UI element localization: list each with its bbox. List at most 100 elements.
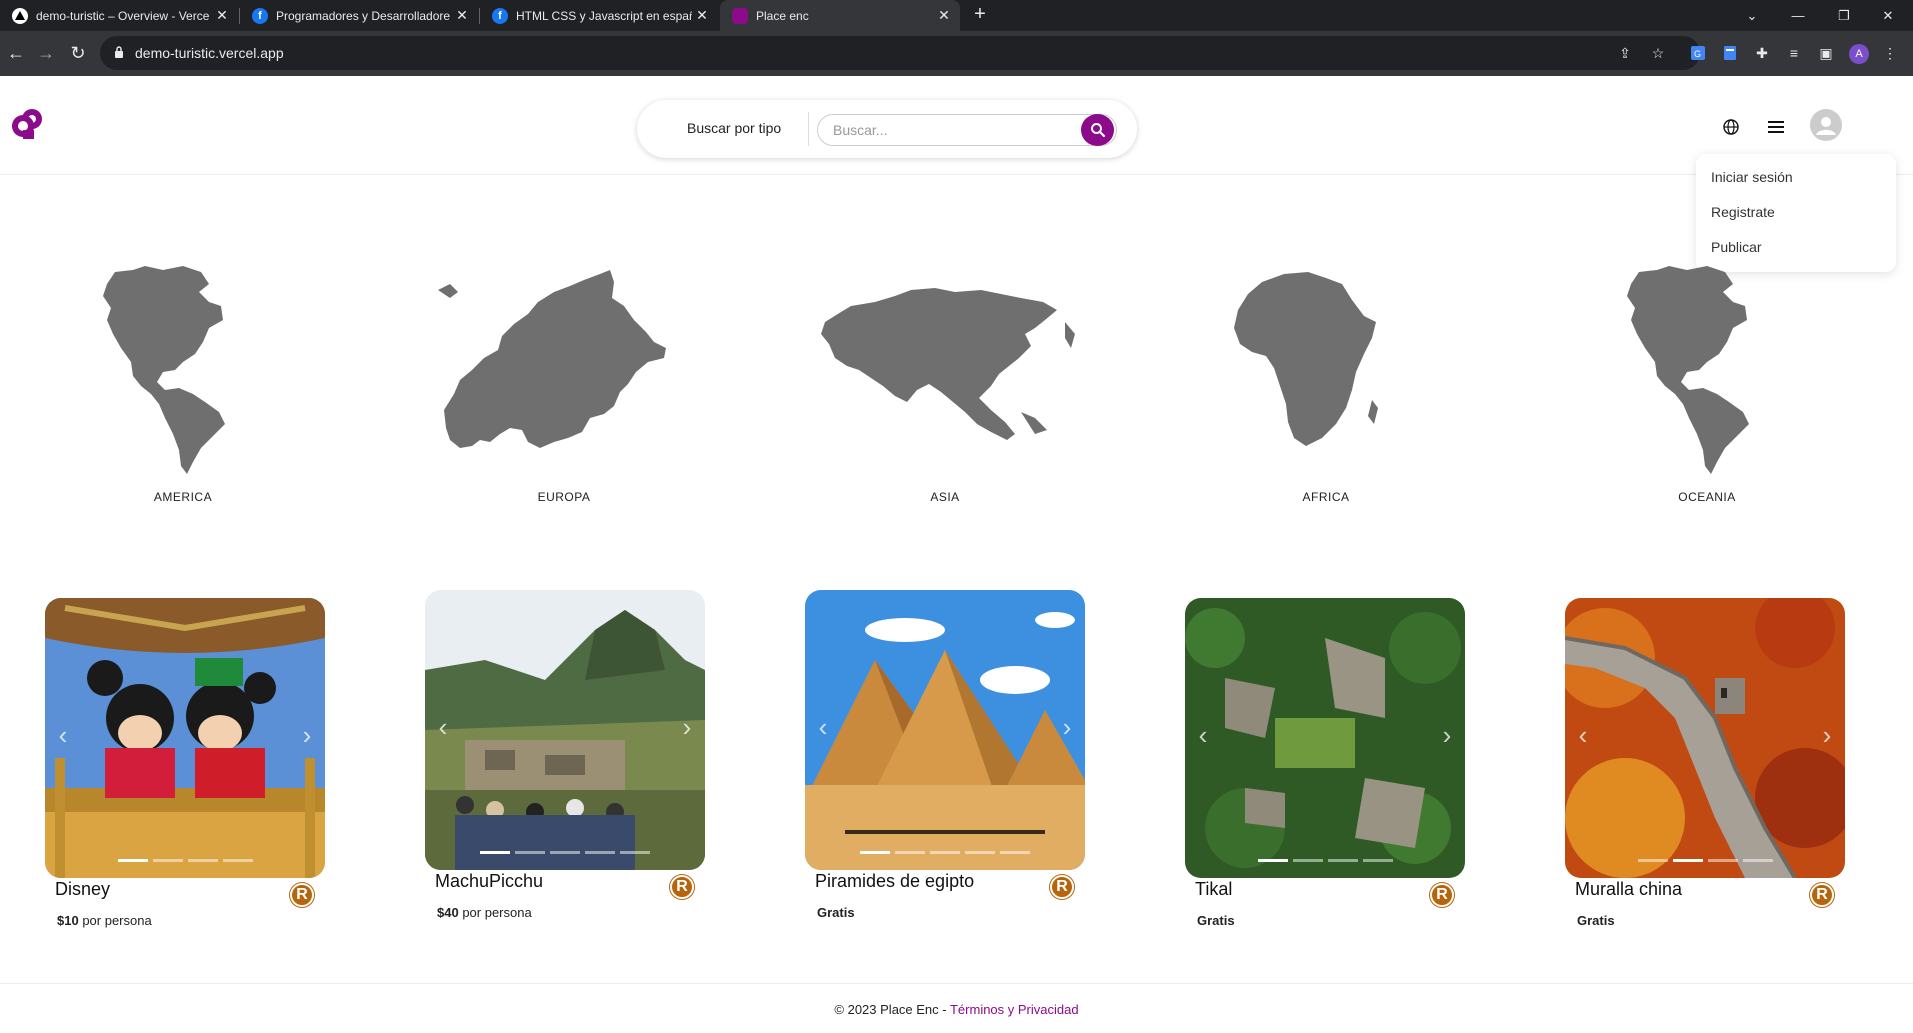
share-icon[interactable]: ⇪ <box>1615 43 1635 63</box>
carousel-dot[interactable] <box>117 859 148 862</box>
place-name[interactable]: MachuPicchu <box>435 871 543 892</box>
place-name[interactable]: Disney <box>55 879 110 900</box>
carousel-dot[interactable] <box>1292 859 1323 862</box>
carousel-dot[interactable] <box>1257 859 1288 862</box>
place-photo-carousel[interactable]: ‹ › <box>1565 598 1845 878</box>
carousel-dot[interactable] <box>620 851 650 854</box>
close-tab-icon[interactable]: ✕ <box>934 7 954 24</box>
browser-tab[interactable]: f HTML CSS y Javascript en españ ✕ <box>480 0 718 31</box>
carousel-dot[interactable] <box>1362 859 1393 862</box>
place-photo-carousel[interactable]: ‹ › <box>805 590 1085 870</box>
place-photo-carousel[interactable]: ‹ › <box>45 598 325 878</box>
carousel-dot[interactable] <box>1707 859 1738 862</box>
bookmark-star-icon[interactable]: ☆ <box>1648 43 1668 63</box>
carousel-dot[interactable] <box>1672 859 1703 862</box>
continent-europa[interactable]: EUROPA <box>414 262 714 512</box>
search-input[interactable] <box>817 114 1117 146</box>
continent-america[interactable]: AMERICA <box>33 262 333 512</box>
carousel-dot[interactable] <box>1637 859 1668 862</box>
close-tab-icon[interactable]: ✕ <box>212 7 232 24</box>
tab-title: demo-turistic – Overview - Verce <box>36 8 210 23</box>
close-tab-icon[interactable]: ✕ <box>692 7 712 24</box>
tikal-photo <box>1185 598 1465 878</box>
close-window-icon[interactable]: ✕ <box>1866 0 1910 31</box>
carousel-dot[interactable] <box>1742 859 1773 862</box>
new-tab-icon[interactable]: + <box>968 3 992 26</box>
terms-privacy-link[interactable]: Términos y Privacidad <box>950 1002 1079 1017</box>
carousel-dot[interactable] <box>480 851 510 854</box>
carousel-dot[interactable] <box>860 851 890 854</box>
browser-tab[interactable]: f Programadores y Desarrolladore ✕ <box>240 0 478 31</box>
reload-icon[interactable]: ↻ <box>64 39 92 67</box>
continent-oceania[interactable]: OCEANIA <box>1557 262 1857 512</box>
carousel-next-icon[interactable]: › <box>1817 720 1837 750</box>
extensions-puzzle-icon[interactable]: ✚ <box>1752 43 1772 63</box>
asia-map-icon <box>821 288 1075 440</box>
address-bar[interactable]: demo-turistic.vercel.app ⇪ ☆ <box>100 36 1700 70</box>
carousel-dot[interactable] <box>515 851 545 854</box>
carousel-next-icon[interactable]: › <box>1057 712 1077 742</box>
extension-docs-icon[interactable] <box>1720 43 1740 63</box>
carousel-dot[interactable] <box>585 851 615 854</box>
browser-tab-active[interactable]: Place enc ✕ <box>720 0 960 31</box>
profile-avatar[interactable]: A <box>1849 44 1869 64</box>
menu-item-login[interactable]: Iniciar sesión <box>1711 169 1793 185</box>
menu-item-publish[interactable]: Publicar <box>1711 239 1762 255</box>
place-enc-icon <box>732 7 748 24</box>
place-photo-carousel[interactable]: ‹ › <box>425 590 705 870</box>
price-amount: $10 <box>57 913 79 928</box>
side-panel-icon[interactable]: ▣ <box>1816 43 1836 63</box>
tab-title: Programadores y Desarrolladore <box>276 8 451 23</box>
carousel-prev-icon[interactable]: ‹ <box>433 712 453 742</box>
restore-icon[interactable]: ❐ <box>1822 0 1866 31</box>
carousel-next-icon[interactable]: › <box>1437 720 1457 750</box>
carousel-dot[interactable] <box>187 859 218 862</box>
continent-africa[interactable]: AFRICA <box>1176 262 1476 512</box>
logo[interactable] <box>10 106 46 142</box>
facebook-icon: f <box>492 7 508 24</box>
carousel-dot[interactable] <box>930 851 960 854</box>
translate-icon[interactable]: G <box>1688 43 1708 63</box>
browser-tab[interactable]: demo-turistic – Overview - Verce ✕ <box>0 0 238 31</box>
forward-icon[interactable]: → <box>32 39 60 67</box>
svg-text:G: G <box>1694 49 1701 59</box>
oceania-map-icon <box>1627 266 1749 474</box>
continent-label: OCEANIA <box>1678 490 1736 504</box>
page: Buscar por tipo Iniciar sesión Registrat… <box>0 76 1913 1033</box>
carousel-dot[interactable] <box>1000 851 1030 854</box>
place-price: Gratis <box>1197 913 1235 928</box>
media-queue-icon[interactable]: ≡ <box>1784 43 1804 63</box>
place-name[interactable]: Muralla china <box>1575 879 1682 900</box>
price-amount: Gratis <box>1197 913 1235 928</box>
close-tab-icon[interactable]: ✕ <box>452 7 472 24</box>
carousel-prev-icon[interactable]: ‹ <box>53 720 73 750</box>
search-button[interactable] <box>1081 114 1114 146</box>
carousel-dot[interactable] <box>550 851 580 854</box>
search-by-type-button[interactable]: Buscar por tipo <box>687 120 781 136</box>
back-icon[interactable]: ← <box>2 39 30 67</box>
user-avatar-icon[interactable] <box>1810 109 1842 141</box>
place-name[interactable]: Tikal <box>1195 879 1232 900</box>
carousel-dot[interactable] <box>895 851 925 854</box>
globe-icon[interactable] <box>1720 116 1742 138</box>
rating-badge: R <box>1810 883 1834 907</box>
carousel-next-icon[interactable]: › <box>677 712 697 742</box>
carousel-dot[interactable] <box>222 859 253 862</box>
carousel-indicators <box>1185 859 1465 862</box>
carousel-dot[interactable] <box>1327 859 1358 862</box>
hamburger-menu-icon[interactable] <box>1765 116 1787 138</box>
carousel-dot[interactable] <box>152 859 183 862</box>
continent-asia[interactable]: ASIA <box>795 262 1095 512</box>
kebab-menu-icon[interactable]: ⋮ <box>1880 43 1900 63</box>
carousel-dot[interactable] <box>965 851 995 854</box>
carousel-prev-icon[interactable]: ‹ <box>1193 720 1213 750</box>
carousel-next-icon[interactable]: › <box>297 720 317 750</box>
carousel-prev-icon[interactable]: ‹ <box>813 712 833 742</box>
rating-badge: R <box>290 883 314 907</box>
place-photo-carousel[interactable]: ‹ › <box>1185 598 1465 878</box>
place-name[interactable]: Piramides de egipto <box>815 871 974 892</box>
menu-item-register[interactable]: Registrate <box>1711 204 1775 220</box>
carousel-prev-icon[interactable]: ‹ <box>1573 720 1593 750</box>
tab-search-icon[interactable]: ⌄ <box>1730 0 1774 31</box>
minimize-icon[interactable]: — <box>1776 0 1820 31</box>
